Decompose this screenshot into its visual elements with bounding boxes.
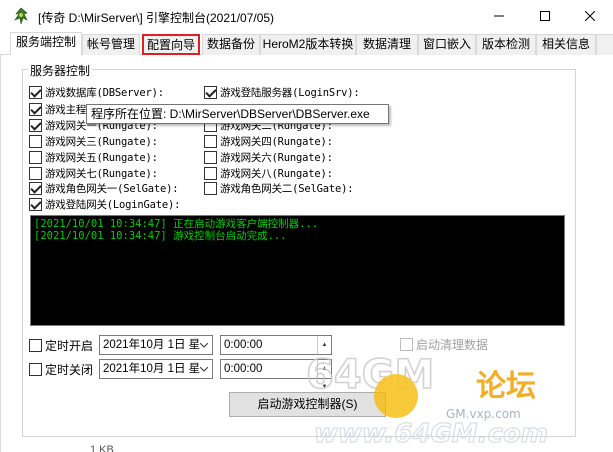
checkbox-box[interactable] (29, 102, 42, 116)
log-line: [2021/10/01 10:34:47] 游戏控制台启动完成... (34, 230, 287, 242)
title-bar: [传奇 D:\MirServer\] 引擎控制台(2021/07/05) (0, 0, 613, 32)
start-date-picker[interactable]: 2021年10月 1日 星 (99, 335, 213, 355)
checkbox-box[interactable] (29, 197, 42, 211)
checkbox-label: 游戏网关七(Rungate): (45, 167, 158, 180)
stop-date-value: 2021年10月 1日 星 (103, 363, 201, 375)
tab-scroll[interactable] (596, 34, 613, 55)
chevron-down-icon[interactable] (196, 360, 212, 378)
spin-up-icon[interactable]: ▲ (318, 336, 331, 354)
close-button[interactable] (567, 0, 613, 32)
start-controller-button[interactable]: 启动游戏控制器(S) (229, 392, 386, 417)
checkbox-box[interactable] (29, 338, 42, 352)
path-tooltip: 程序所在位置: D:\MirServer\DBServer\DBServer.e… (86, 104, 389, 124)
checkbox-label: 游戏数据库(DBServer): (45, 86, 164, 99)
checkbox-label: 游戏登陆服务器(LoginSrv): (220, 86, 360, 99)
tab-account-management[interactable]: 帐号管理 (82, 34, 140, 55)
checkbox-sel-gate-1[interactable]: 游戏角色网关一(SelGate): (29, 181, 179, 195)
checkbox-label: 游戏主程 (45, 103, 87, 116)
stop-time-picker[interactable]: 0:00:00 ▲ ▼ (220, 359, 332, 390)
log-line: [2021/10/01 10:34:47] 正在启动游戏客户端控制器... (34, 218, 319, 230)
app-icon (14, 7, 28, 25)
tab-bar: 服务端控制 帐号管理 配置向导 数据备份 HeroM2版本转换 数据清理 窗口嵌… (0, 32, 613, 56)
checkbox-label: 游戏角色网关二(SelGate): (220, 182, 354, 195)
tab-herom2-convert[interactable]: HeroM2版本转换 (260, 34, 356, 55)
checkbox-run-gate-4[interactable]: 游戏网关四(Rungate): (204, 134, 333, 148)
checkbox-box[interactable] (204, 85, 217, 99)
checkbox-box[interactable] (204, 181, 217, 195)
checkbox-label: 游戏网关三(Rungate): (45, 135, 158, 148)
checkbox-label: 定时开启 (45, 338, 94, 353)
status-text: 1 KB (90, 444, 114, 452)
checkbox-label: 游戏角色网关一(SelGate): (45, 182, 179, 195)
checkbox-label: 定时关闭 (45, 362, 94, 377)
checkbox-login-gate[interactable]: 游戏登陆网关(LoginGate): (29, 197, 180, 211)
stop-time-value: 0:00:00 (224, 363, 263, 375)
chevron-down-icon[interactable] (196, 336, 212, 354)
stop-date-picker[interactable]: 2021年10月 1日 星 (99, 359, 213, 379)
checkbox-box[interactable] (29, 362, 42, 376)
close-icon (585, 11, 595, 21)
maximize-button[interactable] (522, 0, 568, 32)
checkbox-m2-server[interactable]: 游戏主程 (29, 102, 86, 116)
checkbox-sel-gate-2[interactable]: 游戏角色网关二(SelGate): (204, 181, 354, 195)
checkbox-box[interactable] (29, 166, 42, 180)
checkbox-label: 游戏网关四(Rungate): (220, 135, 333, 148)
checkbox-box[interactable] (29, 85, 42, 99)
group-title: 服务器控制 (28, 62, 93, 79)
maximize-icon (540, 11, 550, 21)
checkbox-label: 启动清理数据 (416, 337, 489, 352)
checkbox-box[interactable] (29, 134, 42, 148)
start-time-value: 0:00:00 (224, 339, 263, 351)
checkbox-box[interactable] (29, 150, 42, 164)
spin-up-icon[interactable]: ▲ (318, 360, 331, 378)
checkbox-box[interactable] (204, 134, 217, 148)
checkbox-schedule-stop[interactable]: 定时关闭 (29, 362, 94, 377)
time-spinner[interactable]: ▲ ▼ (317, 360, 331, 390)
checkbox-label: 游戏网关八(Rungate): (220, 167, 333, 180)
checkbox-box[interactable] (29, 181, 42, 195)
tab-data-backup[interactable]: 数据备份 (202, 34, 260, 55)
checkbox-run-gate-3[interactable]: 游戏网关三(Rungate): (29, 134, 158, 148)
tab-data-cleanup[interactable]: 数据清理 (356, 34, 418, 55)
start-time-picker[interactable]: 0:00:00 ▲ ▼ (220, 335, 332, 366)
log-console[interactable]: [2021/10/01 10:34:47] 正在启动游戏客户端控制器... [2… (30, 215, 565, 326)
tab-related-info[interactable]: 相关信息 (536, 34, 596, 55)
checkbox-box[interactable] (29, 118, 42, 132)
start-date-value: 2021年10月 1日 星 (103, 339, 201, 351)
checkbox-box[interactable] (400, 337, 413, 351)
minimize-button[interactable] (476, 0, 522, 32)
tab-config-wizard[interactable]: 配置向导 (142, 34, 200, 55)
checkbox-label: 游戏网关五(Rungate): (45, 151, 158, 164)
checkbox-label: 游戏登陆网关(LoginGate): (45, 198, 181, 211)
checkbox-run-gate-5[interactable]: 游戏网关五(Rungate): (29, 150, 158, 164)
time-spinner[interactable]: ▲ ▼ (317, 336, 331, 366)
checkbox-db-server[interactable]: 游戏数据库(DBServer): (29, 85, 164, 99)
checkbox-run-gate-6[interactable]: 游戏网关六(Rungate): (204, 150, 333, 164)
tab-window-embed[interactable]: 窗口嵌入 (418, 34, 476, 55)
checkbox-box[interactable] (204, 150, 217, 164)
tab-version-check[interactable]: 版本检测 (476, 34, 536, 55)
checkbox-schedule-start[interactable]: 定时开启 (29, 338, 94, 353)
checkbox-run-gate-8[interactable]: 游戏网关八(Rungate): (204, 166, 333, 180)
tab-server-control[interactable]: 服务端控制 (10, 32, 82, 56)
checkbox-label: 游戏网关六(Rungate): (220, 151, 333, 164)
checkbox-login-srv[interactable]: 游戏登陆服务器(LoginSrv): (204, 85, 360, 99)
checkbox-auto-clear[interactable]: 启动清理数据 (400, 337, 489, 352)
checkbox-run-gate-7[interactable]: 游戏网关七(Rungate): (29, 166, 158, 180)
window-title: [传奇 D:\MirServer\] 引擎控制台(2021/07/05) (38, 11, 275, 25)
minimize-icon (494, 15, 504, 17)
checkbox-box[interactable] (204, 166, 217, 180)
